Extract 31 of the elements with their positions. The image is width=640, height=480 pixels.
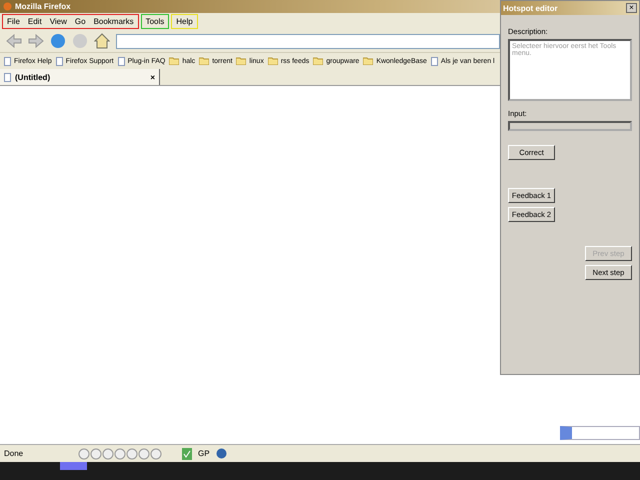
window-title: Mozilla Firefox — [15, 2, 71, 11]
folder-icon — [236, 57, 246, 65]
home-icon[interactable] — [94, 33, 110, 49]
menu-item[interactable]: Help — [172, 17, 197, 26]
check-icon[interactable] — [182, 448, 192, 460]
folder-icon — [169, 57, 180, 65]
menu-item[interactable]: View — [46, 17, 71, 26]
close-icon[interactable]: × — [150, 72, 155, 82]
folder-icon — [363, 57, 374, 65]
menu-item[interactable]: Go — [70, 17, 90, 26]
status-label: GP — [198, 449, 210, 458]
back-arrow-icon[interactable] — [6, 34, 22, 48]
page-icon — [118, 56, 125, 66]
page-icon — [56, 56, 63, 66]
editor-title: Hotspot editor — [503, 4, 558, 12]
forward-arrow-icon[interactable] — [28, 34, 44, 48]
tab-title: (Untitled) — [15, 72, 52, 82]
menu-item[interactable]: Edit — [24, 17, 46, 26]
folder-icon — [268, 57, 278, 65]
page-icon — [430, 56, 438, 66]
folder-icon — [313, 57, 324, 65]
address-field[interactable] — [116, 34, 500, 48]
input-field[interactable] — [508, 121, 632, 131]
menu-item[interactable]: Bookmarks — [90, 17, 138, 26]
folder-icon — [199, 57, 210, 65]
browser-tab[interactable]: (Untitled) × — [0, 69, 160, 85]
status-text: Done — [4, 449, 24, 458]
close-button[interactable]: × — [626, 3, 637, 13]
menu-item[interactable]: Tools — [142, 17, 168, 26]
menu-item[interactable]: File — [3, 17, 24, 26]
search-field[interactable] — [560, 426, 640, 440]
